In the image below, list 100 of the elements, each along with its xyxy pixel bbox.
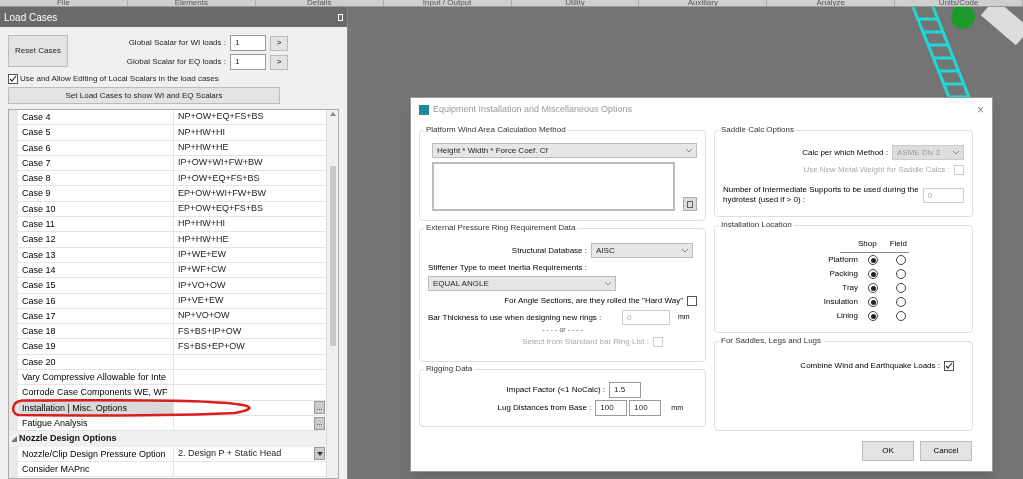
radio-label: Platform xyxy=(828,254,858,266)
radio-button[interactable] xyxy=(896,311,906,321)
scalar-label: Global Scalar for WI loads : xyxy=(127,37,226,49)
property-value: IP+VE+EW xyxy=(178,293,224,307)
property-name[interactable]: Case 14 xyxy=(18,262,174,278)
property-name[interactable]: Case 12 xyxy=(18,232,174,247)
radio-button[interactable] xyxy=(896,269,906,279)
menu-tab[interactable]: Auxiliary xyxy=(639,0,768,6)
column-header: Shop xyxy=(857,238,877,250)
caret-icon xyxy=(605,281,611,286)
input-field[interactable]: 100 xyxy=(595,400,628,416)
radio-button[interactable] xyxy=(868,255,878,265)
property-name[interactable]: Case 20 xyxy=(18,354,174,370)
menu-tab[interactable]: Elements xyxy=(127,0,256,6)
dialog-button[interactable]: Cancel xyxy=(920,441,972,461)
checkbox[interactable] xyxy=(944,361,954,371)
property-value: FS+BS+EP+OW xyxy=(178,339,245,353)
radio-button[interactable] xyxy=(868,297,878,307)
dropdown-caret-icon[interactable] xyxy=(314,447,325,461)
property-name[interactable]: Corrode Case Components WE, WF xyxy=(18,385,174,400)
property-name[interactable]: Case 13 xyxy=(18,247,174,262)
close-button[interactable]: × xyxy=(977,104,984,116)
caret-icon xyxy=(686,148,692,153)
property-value: FS+BS+IP+OW xyxy=(178,324,242,338)
property-name[interactable]: Case 8 xyxy=(18,171,174,186)
property-name[interactable]: Case 4 xyxy=(18,110,174,125)
menu-tab[interactable]: File xyxy=(0,0,128,6)
property-value: HP+HW+HI xyxy=(178,217,225,231)
radio-label: Tray xyxy=(842,282,858,294)
reset-button[interactable]: Reset Cases xyxy=(8,35,68,67)
menu-tab[interactable]: Details xyxy=(255,0,384,6)
property-value: NP+VO+OW xyxy=(178,309,230,323)
menu-tab[interactable]: Utility xyxy=(511,0,640,6)
dialog-title: Equipment Installation and Miscellaneous Options xyxy=(433,103,633,117)
set-load-cases-button[interactable]: Set Load Cases to show WI and EQ Scalars xyxy=(8,87,280,104)
note-icon[interactable] xyxy=(683,197,697,211)
property-name[interactable]: Vary Compressive Allowable for Inte xyxy=(18,370,174,385)
checkbox-label: For Angle Sections, are they rolled the "Hard Way" xyxy=(504,295,683,307)
apply-button[interactable]: > xyxy=(270,35,288,51)
menu-tab[interactable]: Analyze xyxy=(767,0,896,6)
property-value: IP+OW+EQ+FS+BS xyxy=(178,171,260,185)
property-name[interactable]: Consider MAPnc xyxy=(18,461,174,477)
property-name[interactable]: Case 10 xyxy=(18,201,174,217)
property-name[interactable]: Case 9 xyxy=(18,186,174,201)
property-value: IP+VO+OW xyxy=(178,278,226,292)
database-dropdown[interactable]: AISC xyxy=(591,243,693,258)
property-value: IP+WF+CW xyxy=(178,263,226,277)
radio-button[interactable] xyxy=(868,283,878,293)
input-field[interactable]: 1 xyxy=(230,54,266,70)
menu-tab[interactable]: Units/Code xyxy=(895,0,1023,6)
radio-button[interactable] xyxy=(896,297,906,307)
radio-button[interactable] xyxy=(868,311,878,321)
checkbox[interactable] xyxy=(687,296,697,306)
property-name[interactable]: Case 16 xyxy=(18,293,174,308)
radio-label: Lining xyxy=(836,310,858,322)
property-name[interactable]: Case 11 xyxy=(18,217,174,232)
checkbox-label: Combine Wind and Earthquake Loads : xyxy=(800,360,940,372)
expand-icon[interactable] xyxy=(11,435,17,442)
radio-button[interactable] xyxy=(868,269,878,279)
property-value: EP+OW+WI+FW+BW xyxy=(178,186,266,200)
method-dropdown[interactable]: Height * Width * Force Coef. Cf xyxy=(432,143,697,158)
field-label: Number of Intermediate Supports to be used during the hydrotest (used if > 0) : xyxy=(723,185,919,205)
checkbox-label: Use New Metal Weight for Saddle Calcs : xyxy=(803,164,950,176)
property-name[interactable]: Case 19 xyxy=(18,339,174,354)
property-name[interactable]: Case 15 xyxy=(18,278,174,293)
checkbox-label: Select from Standard bar Ring List : xyxy=(522,335,649,348)
field-label: Bar Thickness to use when designing new rings : xyxy=(428,311,603,324)
input-field[interactable]: 1.5 xyxy=(609,382,641,398)
radio-button[interactable] xyxy=(896,283,906,293)
section-header: Nozzle Design Options xyxy=(19,432,117,446)
property-name[interactable]: Fatigue Analysis xyxy=(18,415,174,431)
menu-tab[interactable]: Input / Output xyxy=(383,0,512,6)
radio-button[interactable] xyxy=(896,255,906,265)
dialog-button[interactable]: OK xyxy=(862,441,914,461)
pin-icon[interactable] xyxy=(338,13,343,21)
field-label: Calc per which Method : xyxy=(802,146,888,159)
property-name[interactable]: Case 5 xyxy=(18,125,174,140)
apply-button[interactable]: > xyxy=(270,54,288,70)
radio-label: Packing xyxy=(829,268,858,280)
property-name[interactable]: Case 18 xyxy=(18,324,174,339)
field-label: Stiffener Type to meet Inertia Requirements : xyxy=(428,262,588,274)
scroll-up-icon[interactable] xyxy=(329,112,336,116)
input-field[interactable]: 1 xyxy=(230,35,266,51)
property-value: IP+OW+WI+FW+BW xyxy=(178,156,263,170)
checkbox-label: Use and Allow Editing of Local Scalars in the load cases xyxy=(20,73,219,85)
scalar-label: Global Scalar for EQ loads : xyxy=(125,56,226,68)
checkbox[interactable] xyxy=(8,74,18,84)
column-header: Field xyxy=(889,238,907,250)
property-value: EP+OW+EQ+FS+BS xyxy=(178,202,264,216)
property-name[interactable]: Case 6 xyxy=(18,140,174,155)
property-name[interactable]: Nozzle/Clip Design Pressure Option xyxy=(18,446,174,461)
property-name[interactable]: Case 17 xyxy=(18,308,174,324)
property-name[interactable]: Case 7 xyxy=(18,155,174,171)
input-field[interactable]: 100 xyxy=(629,400,662,416)
group-title: For Saddles, Legs and Lugs xyxy=(719,335,824,347)
stiffener-dropdown[interactable]: EQUAL ANGLE xyxy=(428,276,616,291)
property-value: NP+HW+HE xyxy=(178,141,229,154)
caret-icon xyxy=(953,150,959,155)
scrollbar[interactable] xyxy=(326,110,338,478)
group-title: Rigging Data xyxy=(424,363,475,375)
